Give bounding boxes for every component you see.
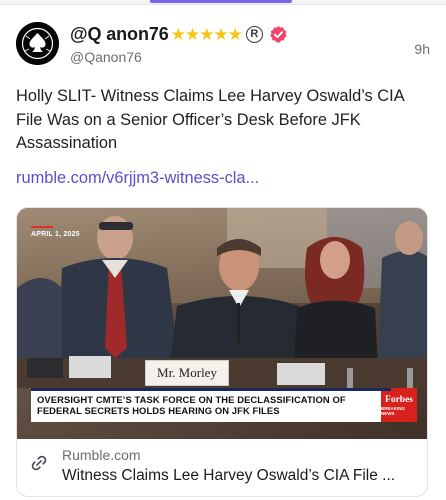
author-name-row[interactable]: @Q anon76 ★★★★★ R xyxy=(70,23,288,45)
link-preview-card[interactable]: APRIL 1, 2025 Mr. Morley OVERSIGHT CMTE’… xyxy=(16,207,428,497)
link-icon xyxy=(31,455,47,471)
video-date: APRIL 1, 2025 xyxy=(31,231,80,238)
author-display-name[interactable]: @Q anon76 xyxy=(70,24,169,45)
post-link[interactable]: rumble.com/v6rjjm3-witness-cla... xyxy=(16,169,259,188)
link-title[interactable]: Witness Claims Lee Harvey Oswald’s CIA F… xyxy=(62,467,420,485)
spade-emblem-icon xyxy=(16,22,59,65)
verified-badge-icon xyxy=(270,25,287,43)
star-rating-icon: ★★★★★ xyxy=(170,24,243,44)
brand-name: Forbes xyxy=(385,394,413,405)
avatar[interactable] xyxy=(16,22,59,65)
lower-third-text: OVERSIGHT CMTE’S TASK FORCE ON THE DECLA… xyxy=(37,393,346,417)
news-lower-third: OVERSIGHT CMTE’S TASK FORCE ON THE DECLA… xyxy=(31,388,417,422)
link-domain: Rumble.com xyxy=(62,447,141,463)
author-handle[interactable]: @Qanon76 xyxy=(70,49,142,65)
brand-sub: BREAKING NEWS xyxy=(381,405,406,416)
post-timestamp[interactable]: 9h xyxy=(414,41,430,57)
video-date-chip: APRIL 1, 2025 xyxy=(31,226,80,238)
post-card[interactable]: @Q anon76 ★★★★★ R @Qanon76 9h Holly SLIT… xyxy=(0,4,446,500)
forbes-logo-icon: Forbes BREAKING NEWS xyxy=(381,388,417,422)
video-thumbnail[interactable]: APRIL 1, 2025 Mr. Morley OVERSIGHT CMTE’… xyxy=(17,208,427,439)
registered-mark-icon: R xyxy=(245,25,263,43)
witness-nameplate: Mr. Morley xyxy=(145,360,229,386)
active-tab-indicator xyxy=(150,0,292,3)
post-text: Holly SLIT- Witness Claims Lee Harvey Os… xyxy=(16,87,404,152)
link-preview-meta[interactable]: Rumble.com Witness Claims Lee Harvey Osw… xyxy=(17,439,427,496)
